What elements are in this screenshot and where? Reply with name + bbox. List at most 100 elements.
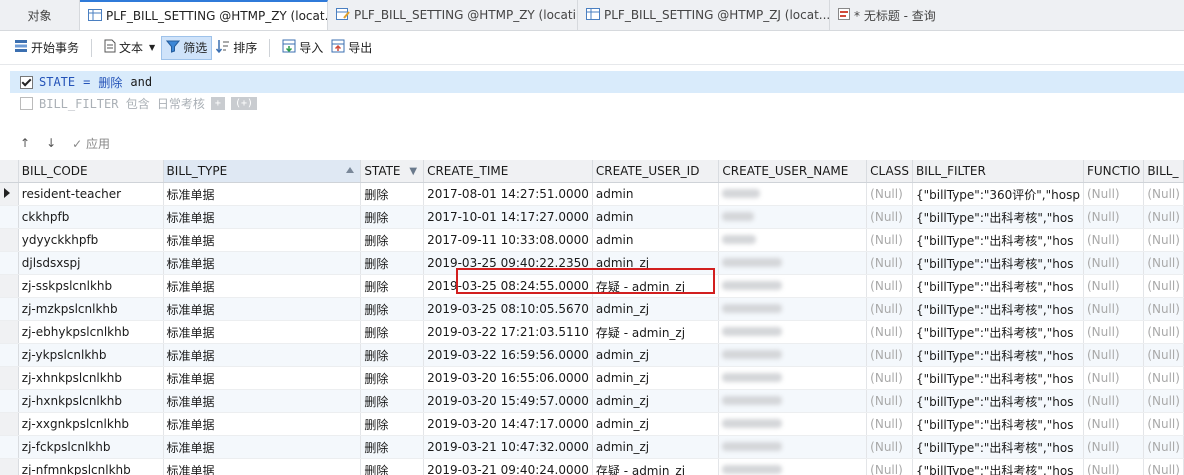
cell-bill[interactable]: (Null) <box>1143 320 1184 344</box>
cell-create-user-id[interactable]: admin <box>592 228 720 252</box>
row-indicator[interactable] <box>0 435 19 459</box>
cell-class[interactable]: (Null) <box>866 251 913 275</box>
cell-function[interactable]: (Null) <box>1083 435 1145 459</box>
column-header[interactable]: BILL_ <box>1143 160 1184 183</box>
cell-class[interactable]: (Null) <box>866 412 913 436</box>
cell-bill-type[interactable]: 标准单据 <box>163 320 362 344</box>
sort-button[interactable]: 排序 <box>212 36 261 60</box>
cell-class[interactable]: (Null) <box>866 435 913 459</box>
cell-function[interactable]: (Null) <box>1083 297 1145 321</box>
cell-bill-code[interactable]: djlsdsxspj <box>18 251 164 275</box>
row-indicator[interactable] <box>0 389 19 413</box>
cell-bill-code[interactable]: zj-fckpslcnlkhb <box>18 435 164 459</box>
row-indicator[interactable] <box>0 366 19 390</box>
cell-bill-code[interactable]: zj-xhnkpslcnlkhb <box>18 366 164 390</box>
cell-function[interactable]: (Null) <box>1083 182 1145 206</box>
tab-plf-bill-setting-zj[interactable]: PLF_BILL_SETTING @HTMP_ZJ (locat... <box>578 0 830 30</box>
cell-bill-filter[interactable]: {"billType":"出科考核","hos <box>912 320 1084 344</box>
table-row[interactable]: resident-teacher 标准单据 删除 2017-08-01 14:27:5… <box>0 182 1184 206</box>
apply-button[interactable]: ✓ 应用 <box>72 135 110 152</box>
cell-class[interactable]: (Null) <box>866 228 913 252</box>
cell-bill-filter[interactable]: {"billType":"出科考核","hos <box>912 205 1084 229</box>
cell-class[interactable]: (Null) <box>866 366 913 390</box>
cell-state[interactable]: 删除 <box>360 251 425 275</box>
cell-bill[interactable]: (Null) <box>1143 205 1184 229</box>
cell-bill-filter[interactable]: {"billType":"出科考核","hos <box>912 297 1084 321</box>
cell-create-user-name[interactable] <box>718 205 868 229</box>
cell-function[interactable]: (Null) <box>1083 458 1145 475</box>
cell-function[interactable]: (Null) <box>1083 389 1145 413</box>
column-header[interactable]: BILL_CODE <box>18 160 164 183</box>
cell-state[interactable]: 删除 <box>360 297 425 321</box>
cell-create-user-name[interactable] <box>718 366 868 390</box>
cell-create-user-name[interactable] <box>718 182 868 206</box>
cell-bill-filter[interactable]: {"billType":"出科考核","hos <box>912 389 1084 413</box>
cell-bill-code[interactable]: zj-ebhykpslcnlkhb <box>18 320 164 344</box>
cell-create-user-id[interactable]: admin_zj <box>592 389 720 413</box>
table-row[interactable]: zj-mzkpslcnlkhb 标准单据 删除 2019-03-25 08:10:05… <box>0 297 1184 321</box>
cell-bill-type[interactable]: 标准单据 <box>163 366 362 390</box>
cell-state[interactable]: 删除 <box>360 228 425 252</box>
tab-plf-bill-setting-zy-2[interactable]: PLF_BILL_SETTING @HTMP_ZY (locati... <box>328 0 578 30</box>
cell-class[interactable]: (Null) <box>866 274 913 298</box>
cell-bill-code[interactable]: zj-ykpslcnlkhb <box>18 343 164 367</box>
tab-plf-bill-setting-zy[interactable]: PLF_BILL_SETTING @HTMP_ZY (locat... <box>80 0 328 30</box>
cell-create-user-name[interactable] <box>718 343 868 367</box>
row-indicator[interactable] <box>0 297 19 321</box>
row-indicator[interactable] <box>0 182 19 206</box>
table-row[interactable]: zj-hxnkpslcnlkhb 标准单据 删除 2019-03-20 15:49:5… <box>0 389 1184 413</box>
cell-create-user-name[interactable] <box>718 297 868 321</box>
add-condition-icon[interactable]: + <box>210 96 225 110</box>
cell-function[interactable]: (Null) <box>1083 228 1145 252</box>
cell-state[interactable]: 删除 <box>360 274 425 298</box>
cell-create-user-name[interactable] <box>718 274 868 298</box>
text-view-button[interactable]: 文本 ▼ <box>100 36 159 60</box>
cell-create-user-id[interactable]: 存疑 - admin_zj <box>592 320 720 344</box>
cell-create-user-name[interactable] <box>718 389 868 413</box>
cell-bill[interactable]: (Null) <box>1143 366 1184 390</box>
cell-bill-type[interactable]: 标准单据 <box>163 458 362 475</box>
export-button[interactable]: 导出 <box>327 36 376 60</box>
cell-create-time[interactable]: 2017-08-01 14:27:51.0000 <box>423 182 593 206</box>
cell-bill-type[interactable]: 标准单据 <box>163 182 362 206</box>
row-indicator[interactable] <box>0 343 19 367</box>
cell-create-user-id[interactable]: admin_zj <box>592 435 720 459</box>
cell-create-user-id[interactable]: admin_zj <box>592 366 720 390</box>
cell-bill-type[interactable]: 标准单据 <box>163 343 362 367</box>
cell-bill-type[interactable]: 标准单据 <box>163 297 362 321</box>
row-indicator[interactable] <box>0 274 19 298</box>
move-down-icon[interactable]: ↓ <box>46 136 56 150</box>
cell-bill-filter[interactable]: {"billType":"出科考核","hos <box>912 228 1084 252</box>
cell-state[interactable]: 删除 <box>360 389 425 413</box>
cell-bill-type[interactable]: 标准单据 <box>163 274 362 298</box>
cell-class[interactable]: (Null) <box>866 205 913 229</box>
cell-create-user-name[interactable] <box>718 320 868 344</box>
filter-disabled-text[interactable]: BILL_FILTER 包含 日常考核 <box>39 95 205 112</box>
cell-function[interactable]: (Null) <box>1083 320 1145 344</box>
table-row[interactable]: ckkhpfb 标准单据 删除 2017-10-01 14:17:27.0000 adm… <box>0 205 1184 229</box>
cell-bill-code[interactable]: resident-teacher <box>18 182 164 206</box>
cell-class[interactable]: (Null) <box>866 389 913 413</box>
cell-create-user-id[interactable]: admin_zj <box>592 297 720 321</box>
add-group-icon[interactable]: (+) <box>230 96 258 110</box>
cell-bill-code[interactable]: zj-sskpslcnlkhb <box>18 274 164 298</box>
cell-bill[interactable]: (Null) <box>1143 297 1184 321</box>
cell-function[interactable]: (Null) <box>1083 366 1145 390</box>
filter-disabled-checkbox[interactable] <box>20 96 33 110</box>
row-indicator[interactable] <box>0 205 19 229</box>
cell-state[interactable]: 删除 <box>360 435 425 459</box>
cell-bill-code[interactable]: zj-mzkpslcnlkhb <box>18 297 164 321</box>
table-row[interactable]: zj-nfmnkpslcnlkhb 标准单据 删除 2019-03-21 09:40:… <box>0 458 1184 475</box>
filter-operator[interactable]: = <box>83 75 90 89</box>
cell-bill-code[interactable]: ckkhpfb <box>18 205 164 229</box>
cell-state[interactable]: 删除 <box>360 366 425 390</box>
cell-class[interactable]: (Null) <box>866 320 913 344</box>
filter-condition-row-disabled[interactable]: BILL_FILTER 包含 日常考核 + (+) <box>20 94 258 112</box>
cell-state[interactable]: 删除 <box>360 320 425 344</box>
cell-bill[interactable]: (Null) <box>1143 389 1184 413</box>
row-indicator[interactable] <box>0 228 19 252</box>
cell-create-user-name[interactable] <box>718 251 868 275</box>
cell-create-time[interactable]: 2019-03-20 14:47:17.0000 <box>423 412 593 436</box>
cell-state[interactable]: 删除 <box>360 205 425 229</box>
cell-bill[interactable]: (Null) <box>1143 228 1184 252</box>
